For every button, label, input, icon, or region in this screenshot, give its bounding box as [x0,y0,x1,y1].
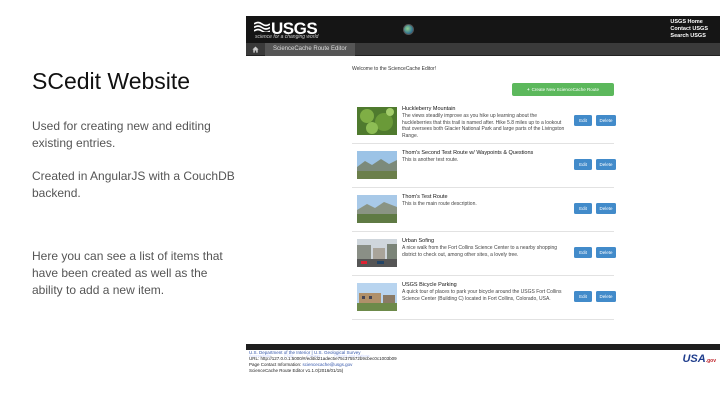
route-item: Urban Sofing A nice walk from the Fort C… [352,236,616,276]
slide-paragraph-tech: Created in AngularJS with a CouchDB back… [32,169,235,200]
route-item: USGS Bicycle Parking A quick tour of pla… [352,280,616,320]
usa-logo-suffix: .gov [705,358,716,364]
route-description: A nice walk from the Fort Collins Scienc… [402,245,558,258]
usgs-logo[interactable]: USGS science for a changing world [251,18,321,41]
route-title[interactable]: Thom's Test Route [402,194,448,200]
route-thumbnail [357,107,397,135]
delete-button[interactable]: Delete [596,115,616,126]
agency-link[interactable]: U.S. Department of the Interior | U.S. G… [249,350,360,355]
edit-button[interactable]: Edit [574,159,592,170]
contact-label: Page Contact Information: [249,362,303,367]
welcome-text: Welcome to the ScienceCache Editor! [352,66,437,72]
edit-button[interactable]: Edit [574,115,592,126]
globe-icon [403,24,414,35]
edit-button[interactable]: Edit [574,247,592,258]
route-thumbnail [357,283,397,311]
route-title[interactable]: USGS Bicycle Parking [402,282,457,288]
slide-title: SCedit Website [32,68,191,94]
search-usgs-link[interactable]: Search USGS [670,33,708,40]
contact-email-link[interactable]: sciencecache@usgs.gov [303,362,353,367]
delete-button[interactable]: Delete [596,203,616,214]
tab-route-editor[interactable]: ScienceCache Route Editor [265,43,355,56]
usgs-footer: Accessibility FOIA Privacy Policies and … [246,344,720,376]
slide-paragraph-list: Here you can see a list of items that ha… [32,249,223,297]
route-thumbnail [357,239,397,267]
route-thumbnail [357,151,397,179]
route-thumbnail [357,195,397,223]
create-route-label: Create New ScienceCache Route [531,87,599,92]
edit-button[interactable]: Edit [574,203,592,214]
delete-button[interactable]: Delete [596,291,616,302]
create-route-button[interactable]: + Create New ScienceCache Route [512,83,614,96]
delete-button[interactable]: Delete [596,159,616,170]
nav-bar: ScienceCache Route Editor [246,43,720,56]
route-title[interactable]: Urban Sofing [402,238,434,244]
route-item: Thom's Test Route This is the main route… [352,192,616,232]
usgs-tagline: science for a changing world [255,34,319,40]
delete-button[interactable]: Delete [596,247,616,258]
edit-button[interactable]: Edit [574,291,592,302]
usgs-wave-icon [254,21,270,32]
route-description: The views steadily improve as you hike u… [402,113,565,139]
route-title[interactable]: Huckleberry Mountain [402,106,456,112]
route-item: Huckleberry Mountain The views steadily … [352,104,616,144]
route-title[interactable]: Thom's Second Test Route w/ Waypoints & … [402,150,533,156]
header-links: USGS Home Contact USGS Search USGS [670,19,708,40]
route-description: This is the main route description. [402,201,477,207]
contact-usgs-link[interactable]: Contact USGS [670,26,708,33]
plus-icon: + [527,87,530,92]
usa-logo-text: USA [682,353,706,365]
usgs-header: USGS science for a changing world USGS H… [246,16,720,43]
app-screenshot: USGS science for a changing world USGS H… [246,16,720,376]
usagov-logo[interactable]: USA.gov [682,353,716,365]
slide-paragraph-purpose: Used for creating new and editing existi… [32,119,211,150]
version-line: ScienceCache Route Editor v1.1.0(2016/01… [249,368,344,373]
usgs-home-link[interactable]: USGS Home [670,19,708,26]
route-item: Thom's Second Test Route w/ Waypoints & … [352,148,616,188]
route-description: This is another test route. [402,157,459,163]
route-description: A quick tour of places to park your bicy… [402,289,562,302]
home-icon[interactable] [252,46,259,53]
